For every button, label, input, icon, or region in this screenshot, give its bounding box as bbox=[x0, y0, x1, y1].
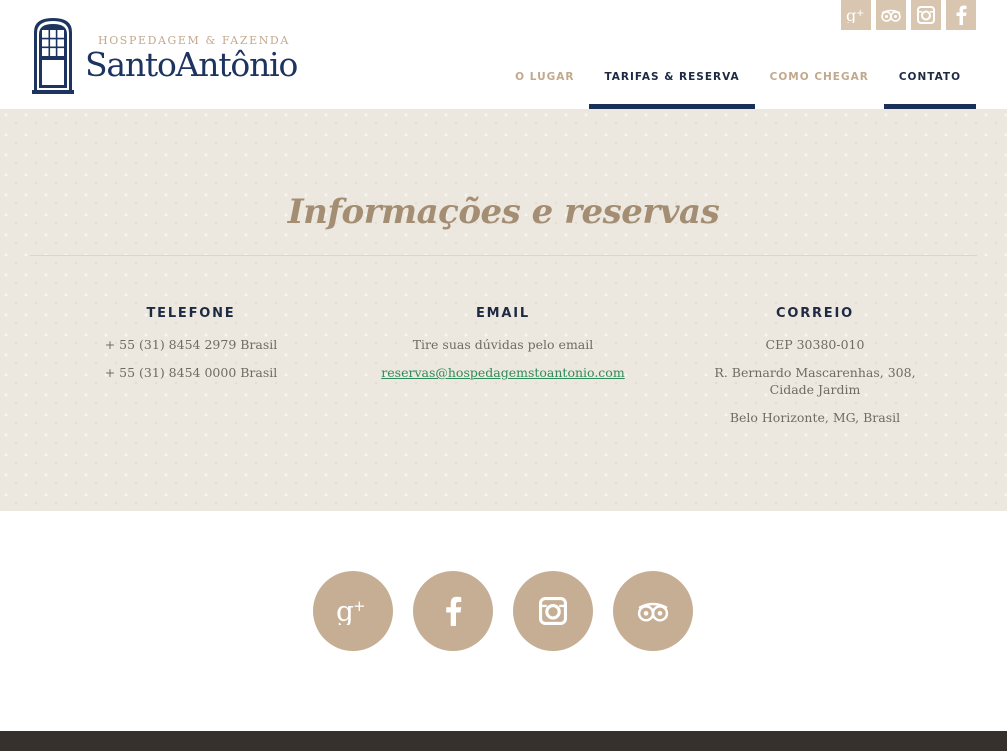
contact-section: Informações e reservas TELEFONE + 55 (31… bbox=[0, 109, 1007, 511]
email-description: Tire suas dúvidas pelo email bbox=[412, 337, 594, 352]
site-header: HOSPEDAGEM & FAZENDA SantoAntônio g + O L… bbox=[0, 0, 1007, 109]
footer bbox=[0, 731, 1007, 751]
divider bbox=[30, 255, 977, 256]
facebook-icon[interactable] bbox=[946, 0, 976, 30]
email-column: EMAIL Tire suas dúvidas pelo email reser… bbox=[353, 306, 653, 392]
nav-item-tarifas-reserva[interactable]: TARIFAS & RESERVA bbox=[589, 56, 755, 109]
google-plus-icon[interactable]: g + bbox=[313, 571, 393, 651]
door-logo-icon bbox=[32, 18, 74, 94]
telefone-heading: TELEFONE bbox=[146, 306, 236, 321]
svg-text:g: g bbox=[336, 597, 354, 625]
tripadvisor-icon[interactable] bbox=[613, 571, 693, 651]
email-link[interactable]: reservas@hospedagemstoantonio.com bbox=[381, 365, 624, 380]
svg-text:g: g bbox=[846, 7, 856, 23]
svg-text:+: + bbox=[856, 8, 864, 19]
tripadvisor-icon[interactable] bbox=[876, 0, 906, 30]
page-title: Informações e reservas bbox=[287, 192, 720, 232]
postal-code: CEP 30380-010 bbox=[765, 337, 865, 352]
instagram-icon[interactable] bbox=[513, 571, 593, 651]
phone-number: + 55 (31) 8454 2979 Brasil bbox=[104, 337, 278, 352]
svg-text:+: + bbox=[353, 597, 366, 615]
google-plus-icon[interactable]: g + bbox=[841, 0, 871, 30]
social-top-bar: g + bbox=[841, 0, 976, 30]
nav-item-contato[interactable]: CONTATO bbox=[883, 56, 977, 109]
correio-heading: CORREIO bbox=[776, 306, 854, 321]
email-heading: EMAIL bbox=[476, 306, 530, 321]
telefone-column: TELEFONE + 55 (31) 8454 2979 Brasil + 55… bbox=[41, 306, 341, 392]
nav-item-como-chegar[interactable]: COMO CHEGAR bbox=[755, 56, 884, 109]
main-nav: O LUGAR TARIFAS & RESERVA COMO CHEGAR CO… bbox=[500, 56, 977, 109]
logo[interactable]: HOSPEDAGEM & FAZENDA SantoAntônio bbox=[32, 16, 302, 96]
phone-number: + 55 (31) 8454 0000 Brasil bbox=[104, 365, 278, 380]
social-links: g + bbox=[313, 571, 693, 651]
logo-name: SantoAntônio bbox=[85, 45, 298, 84]
instagram-icon[interactable] bbox=[911, 0, 941, 30]
nav-item-o-lugar[interactable]: O LUGAR bbox=[500, 56, 589, 109]
city-address: Belo Horizonte, MG, Brasil bbox=[729, 410, 901, 425]
facebook-icon[interactable] bbox=[413, 571, 493, 651]
correio-column: CORREIO CEP 30380-010 R. Bernardo Mascar… bbox=[665, 306, 965, 437]
street-address: R. Bernardo Mascarenhas, 308, Cidade Jar… bbox=[714, 365, 916, 397]
